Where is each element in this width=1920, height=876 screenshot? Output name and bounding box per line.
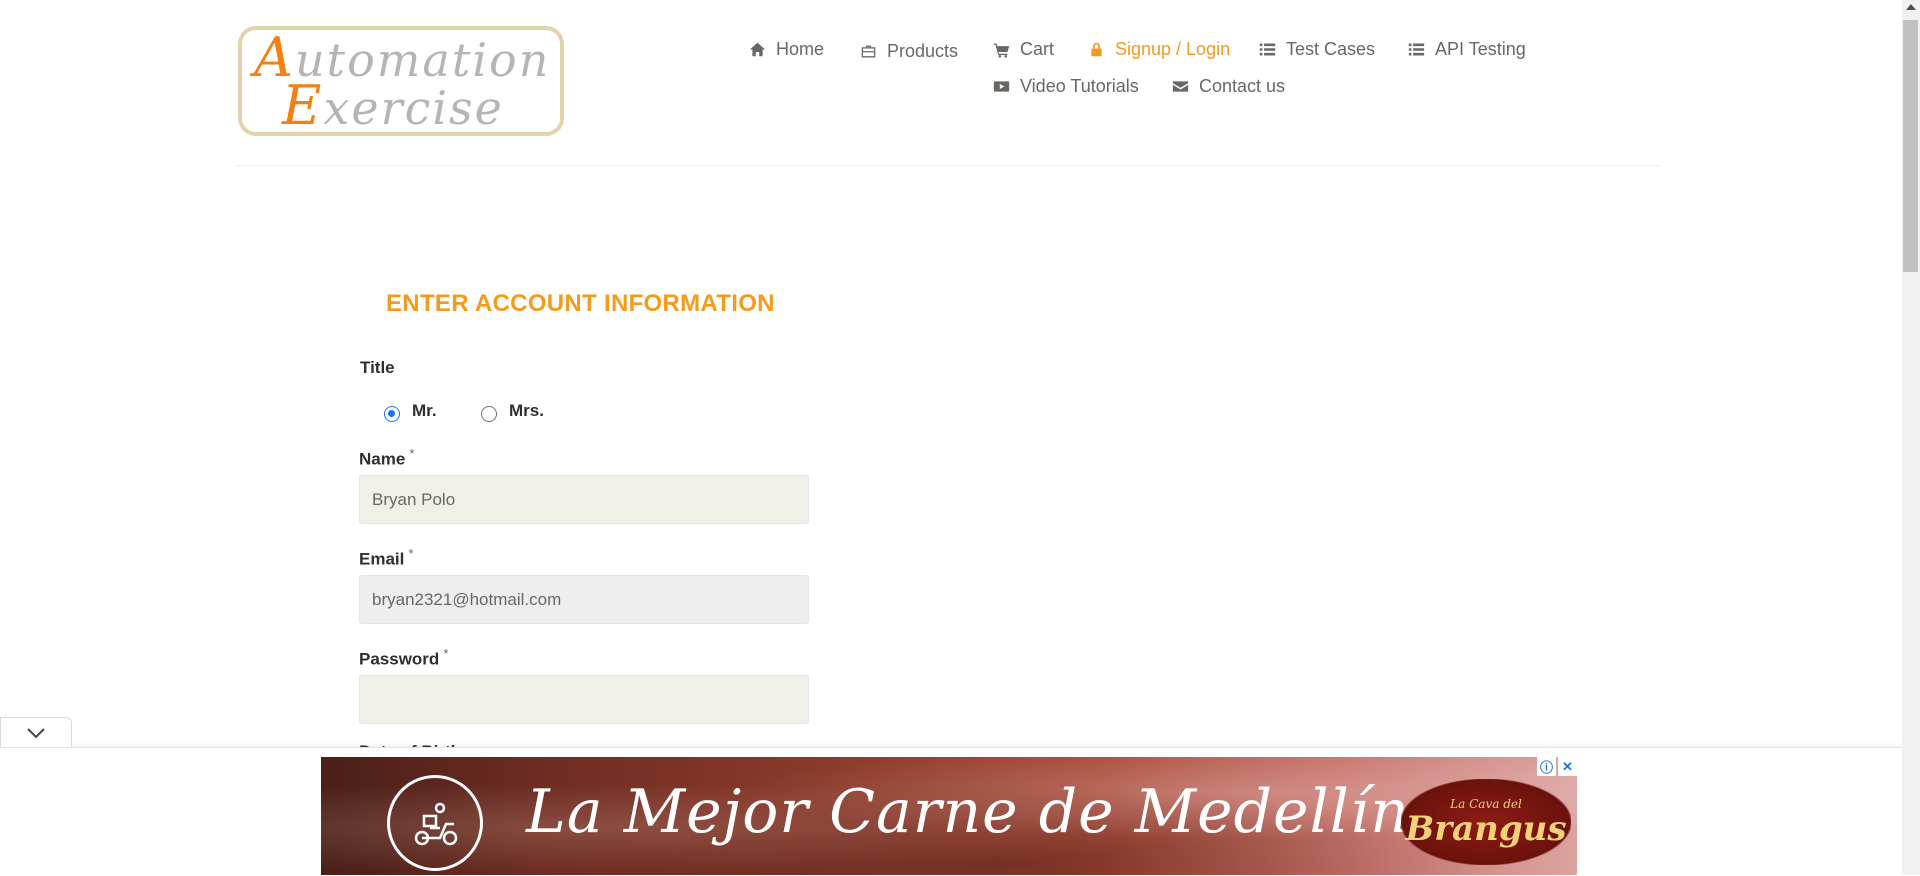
info-icon[interactable]: ⓘ xyxy=(1537,757,1556,776)
name-input[interactable]: Bryan Polo xyxy=(359,475,809,524)
briefcase-icon xyxy=(861,45,876,58)
title-label: Title xyxy=(360,358,395,377)
youtube-play-icon xyxy=(993,81,1010,92)
nav-products-label: Products xyxy=(887,41,959,61)
required-mark: * xyxy=(408,546,414,561)
ad-brand-logo: La Cava del Brangus xyxy=(1401,779,1571,865)
nav-home[interactable]: Home xyxy=(749,39,824,60)
ad-delivery-badge xyxy=(387,775,483,871)
cart-icon xyxy=(993,43,1010,58)
header-divider xyxy=(236,165,1660,166)
nav-contact-us-label: Contact us xyxy=(1199,76,1286,96)
password-input[interactable] xyxy=(359,675,809,724)
list-icon xyxy=(1408,43,1425,56)
scroll-up-arrow-icon[interactable] xyxy=(1906,4,1916,10)
nav-products[interactable]: Products xyxy=(860,41,958,62)
scrollbar-thumb[interactable] xyxy=(1903,20,1918,272)
envelope-icon xyxy=(1172,81,1189,92)
scooter-icon xyxy=(414,802,458,846)
ad-banner[interactable]: La Mejor Carne de Medellín La Cava del B… xyxy=(321,757,1577,875)
main-nav: Home Products Cart Signup / Login Test C… xyxy=(0,0,1920,120)
title-mrs-radio[interactable]: Mrs. xyxy=(481,401,544,422)
email-input[interactable]: bryan2321@hotmail.com xyxy=(359,575,809,624)
close-icon[interactable]: ✕ xyxy=(1558,757,1577,776)
title-mr-radio[interactable]: Mr. xyxy=(384,401,437,422)
email-label: Email * xyxy=(359,546,414,569)
title-mrs-label: Mrs. xyxy=(509,401,544,420)
ad-brand-name: Brangus xyxy=(1405,809,1567,849)
ad-collapse-button[interactable] xyxy=(0,717,72,747)
chevron-down-icon xyxy=(27,727,45,738)
nav-cart[interactable]: Cart xyxy=(993,39,1054,60)
name-label: Name * xyxy=(359,446,415,469)
required-mark: * xyxy=(409,446,415,461)
nav-signup-login[interactable]: Signup / Login xyxy=(1088,39,1230,60)
required-mark: * xyxy=(443,646,449,661)
nav-test-cases-label: Test Cases xyxy=(1286,39,1376,59)
list-icon xyxy=(1259,43,1276,56)
nav-contact-us[interactable]: Contact us xyxy=(1172,76,1285,97)
ad-headline: La Mejor Carne de Medellín xyxy=(526,777,1410,847)
ad-controls: ⓘ ✕ xyxy=(1537,757,1577,776)
nav-video-tutorials[interactable]: Video Tutorials xyxy=(993,76,1139,97)
nav-signup-login-label: Signup / Login xyxy=(1115,39,1231,59)
nav-api-testing[interactable]: API Testing xyxy=(1408,39,1526,60)
title-mr-label: Mr. xyxy=(412,401,437,420)
nav-home-label: Home xyxy=(776,39,825,59)
nav-video-tutorials-label: Video Tutorials xyxy=(1020,76,1139,96)
nav-cart-label: Cart xyxy=(1020,39,1055,59)
home-icon xyxy=(749,42,766,57)
lock-icon xyxy=(1091,42,1102,57)
nav-test-cases[interactable]: Test Cases xyxy=(1259,39,1375,60)
password-label: Password * xyxy=(359,646,449,669)
nav-api-testing-label: API Testing xyxy=(1435,39,1526,59)
radio-unchecked-icon[interactable] xyxy=(481,406,497,422)
form-heading: ENTER ACCOUNT INFORMATION xyxy=(386,290,775,317)
radio-checked-icon[interactable] xyxy=(384,406,400,422)
